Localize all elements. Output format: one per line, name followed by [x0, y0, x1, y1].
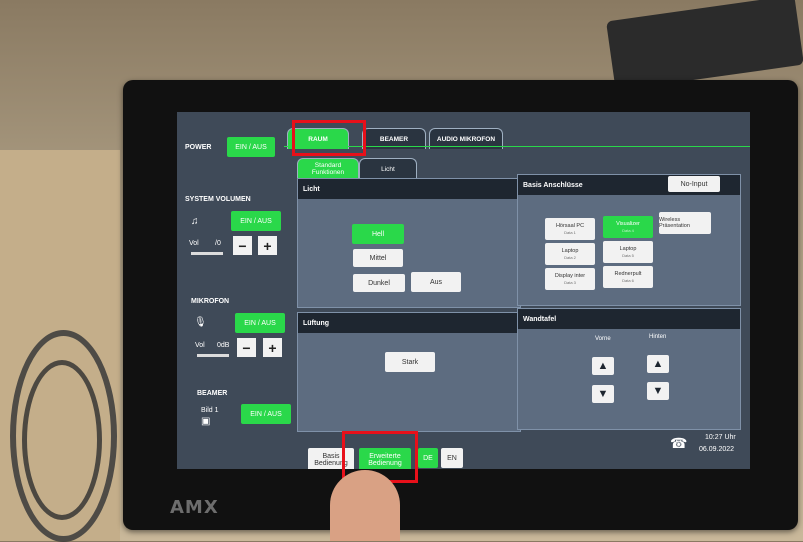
arrow-up-icon: ▲	[652, 358, 664, 370]
system-volume-toggle-button[interactable]: EIN / AUS	[231, 211, 281, 231]
input-rednerpult-button[interactable]: Rednerpult Data 6	[603, 266, 653, 288]
input-label: Laptop	[619, 246, 637, 252]
input-hoersaal-pc-button[interactable]: Hörsaal PC Data 1	[545, 218, 595, 240]
cable	[22, 360, 102, 520]
lueftung-panel: Lüftung	[297, 312, 521, 432]
input-sublabel: Data 2	[564, 255, 576, 260]
no-input-button[interactable]: No-Input	[668, 176, 720, 192]
licht-hell-button[interactable]: Hell	[352, 224, 404, 244]
touch-screen: POWER EIN / AUS SYSTEM VOLUMEN ♫ EIN / A…	[177, 112, 750, 469]
image-icon: ▣	[201, 416, 211, 427]
system-volume-plus-button[interactable]: +	[258, 236, 277, 255]
phone-icon[interactable]: ☎	[670, 435, 687, 452]
lueftung-stark-button[interactable]: Stark	[385, 352, 435, 372]
beamer-toggle-button[interactable]: EIN / AUS	[241, 404, 291, 424]
licht-dunkel-button[interactable]: Dunkel	[353, 274, 405, 292]
wandtafel-panel: Wandtafel	[517, 308, 741, 430]
input-sublabel: Data 4	[622, 228, 634, 233]
lueftung-title: Lüftung	[298, 313, 520, 333]
input-sublabel: Data 1	[564, 230, 576, 235]
input-visualizer-button[interactable]: Visualizer Data 4	[603, 216, 653, 238]
system-volume-value: /0	[215, 240, 221, 247]
power-socket	[606, 0, 803, 91]
input-display-inter-button[interactable]: Display inter Data 3	[545, 268, 595, 290]
licht-title: Licht	[298, 179, 520, 199]
input-label: Wireless Präsentation	[659, 217, 690, 229]
music-note-icon: ♫	[191, 216, 199, 227]
licht-mittel-button[interactable]: Mittel	[353, 249, 403, 267]
wandtafel-hinten-up-button[interactable]: ▲	[647, 355, 669, 373]
system-volume-minus-button[interactable]: −	[233, 236, 252, 255]
highlight-box-raum-tab	[292, 120, 366, 156]
arrow-up-icon: ▲	[597, 360, 609, 372]
power-toggle-button[interactable]: EIN / AUS	[227, 137, 275, 157]
finger	[330, 470, 400, 541]
input-label: Laptop	[561, 248, 579, 254]
input-wireless-praesentation-button[interactable]: Wireless Präsentation	[659, 212, 711, 234]
mikrofon-plus-button[interactable]: +	[263, 338, 282, 357]
beamer-label: BEAMER	[197, 390, 228, 397]
input-laptop-1-button[interactable]: Laptop Data 2	[545, 243, 595, 265]
wandtafel-hinten-label: Hinten	[649, 334, 667, 340]
mikrofon-minus-button[interactable]: −	[237, 338, 256, 357]
mikrofon-vol-label: Vol	[195, 342, 205, 349]
language-de-button[interactable]: DE	[418, 448, 438, 468]
subtab-standard-funktionen[interactable]: Standard Funktionen	[297, 158, 359, 179]
input-sublabel: Data 3	[564, 280, 576, 285]
mikrofon-value: 0dB	[217, 342, 230, 349]
system-volume-vol-label: Vol	[189, 240, 199, 247]
input-label: Hörsaal PC	[555, 223, 585, 229]
subtab-licht[interactable]: Licht	[359, 158, 417, 179]
beamer-bild-label: Bild 1	[201, 407, 219, 414]
input-sublabel: Data 6	[622, 278, 634, 283]
wandtafel-hinten-down-button[interactable]: ▼	[647, 382, 669, 400]
mikrofon-bar	[197, 354, 229, 357]
input-label: Visualizer	[616, 221, 640, 227]
licht-panel: Licht	[297, 178, 521, 308]
wandtafel-vorne-up-button[interactable]: ▲	[592, 357, 614, 375]
input-sublabel: Data 5	[622, 253, 634, 258]
wandtafel-vorne-label: Vorne	[595, 336, 611, 342]
input-label: Rednerpult	[614, 271, 642, 277]
arrow-down-icon: ▼	[652, 385, 664, 397]
system-volume-bar	[191, 252, 223, 255]
wandtafel-title: Wandtafel	[518, 309, 740, 329]
wandtafel-vorne-down-button[interactable]: ▼	[592, 385, 614, 403]
arrow-down-icon: ▼	[597, 388, 609, 400]
mikrofon-toggle-button[interactable]: EIN / AUS	[235, 313, 285, 333]
clock-time: 10:27 Uhr	[705, 434, 736, 441]
input-label: Display inter	[554, 273, 586, 279]
brand-logo: AMX	[170, 497, 219, 518]
system-volume-label: SYSTEM VOLUMEN	[185, 196, 251, 203]
mikrofon-label: MIKROFON	[191, 298, 230, 305]
language-en-button[interactable]: EN	[441, 448, 463, 468]
microphone-icon: 🎙	[194, 317, 207, 328]
clock-date: 06.09.2022	[699, 446, 735, 453]
power-label: POWER	[185, 144, 212, 151]
licht-aus-button[interactable]: Aus	[411, 272, 461, 292]
input-laptop-2-button[interactable]: Laptop Data 5	[603, 241, 653, 263]
